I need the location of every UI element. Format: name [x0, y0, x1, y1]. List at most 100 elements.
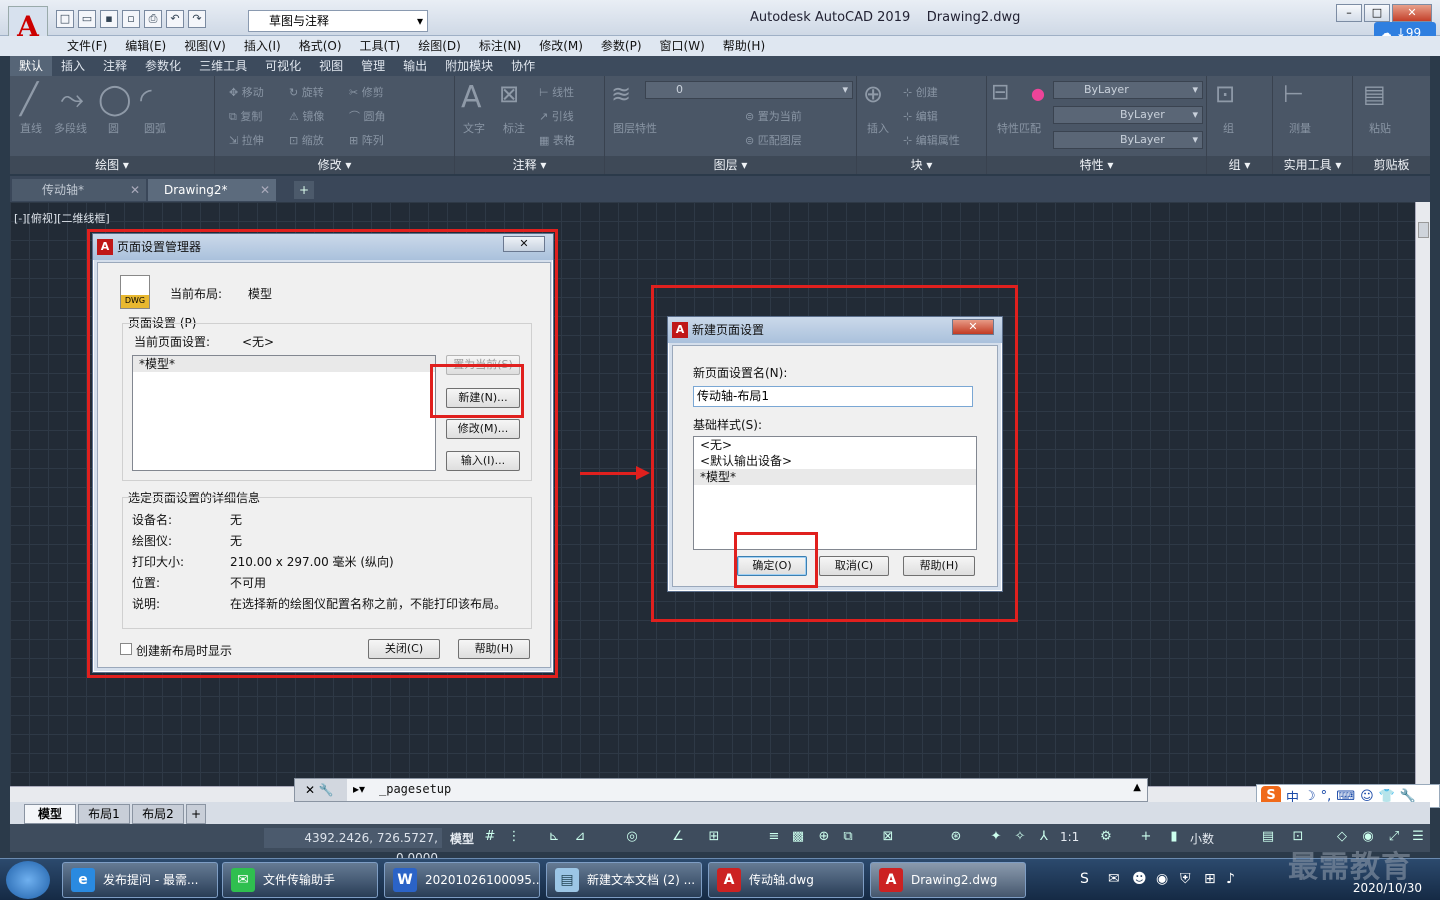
otrack-icon[interactable]: ∠ [670, 829, 686, 845]
menu-view[interactable]: 视图(V) [175, 36, 235, 56]
fillet-button[interactable]: ⌒ 圆角 [349, 108, 386, 124]
open-file-icon[interactable]: ▭ [78, 10, 96, 28]
menu-parametric[interactable]: 参数(P) [592, 36, 651, 56]
menu-tools[interactable]: 工具(T) [351, 36, 410, 56]
panel-title-layers[interactable]: 图层 ▾ [605, 156, 856, 174]
annotation-scale-select[interactable]: 1:1 [1060, 830, 1079, 844]
color-wheel-icon[interactable]: ● [1031, 84, 1045, 103]
circle-icon[interactable]: ◯ [98, 82, 132, 117]
panel-title-draw[interactable]: 绘图 ▾ [10, 156, 214, 174]
selection-cycling-icon[interactable]: ⊕ [816, 829, 832, 845]
list-item[interactable]: *模型* [133, 356, 435, 372]
line-button[interactable]: 直线 [20, 120, 42, 136]
panel-title-utilities[interactable]: 实用工具 ▾ [1273, 156, 1352, 174]
set-current-button[interactable]: ⊜ 置为当前 [745, 108, 802, 124]
tab-visualize[interactable]: 可视化 [256, 56, 310, 76]
layer-properties-icon[interactable]: ≋ [611, 80, 631, 108]
copy-button[interactable]: ⧉ 复制 [229, 108, 262, 124]
import-button[interactable]: 输入(I)... [446, 451, 520, 471]
scale-button[interactable]: ⊡ 缩放 [289, 132, 324, 148]
list-item[interactable]: <默认输出设备> [694, 453, 976, 469]
group-button[interactable]: 组 [1223, 120, 1234, 136]
grid-icon[interactable]: # [482, 829, 498, 845]
arc-icon[interactable]: ◜ [140, 82, 152, 117]
tab-manage[interactable]: 管理 [352, 56, 394, 76]
annotation-visibility-icon[interactable]: ✦ [988, 829, 1004, 845]
menu-edit[interactable]: 编辑(E) [116, 36, 175, 56]
new-file-icon[interactable]: □ [56, 10, 74, 28]
command-line-handle[interactable]: ✕ 🔧 [295, 779, 347, 801]
taskbar-item-wechat[interactable]: ✉ 文件传输助手 [222, 862, 378, 898]
units-icon[interactable]: ▮ [1166, 829, 1182, 845]
polyline-icon[interactable]: ⤳ [60, 82, 84, 117]
customization-menu-icon[interactable]: ☰ [1410, 829, 1426, 845]
measure-button[interactable]: 测量 [1289, 120, 1311, 136]
panel-title-clipboard[interactable]: 剪贴板 [1353, 156, 1430, 174]
polyline-button[interactable]: 多段线 [54, 120, 87, 136]
move-button[interactable]: ✥ 移动 [229, 84, 264, 100]
panel-title-annotation[interactable]: 注释 ▾ [455, 156, 604, 174]
menu-draw[interactable]: 绘图(D) [409, 36, 470, 56]
vertical-scrollbar[interactable] [1415, 202, 1430, 786]
annotation-monitor-icon[interactable]: ⊠ [880, 829, 896, 845]
volume-tray-icon[interactable]: ♪ [1226, 871, 1235, 887]
menu-format[interactable]: 格式(O) [290, 36, 351, 56]
rotate-button[interactable]: ↻ 旋转 [289, 84, 324, 100]
page-setup-list[interactable]: *模型* [132, 355, 436, 471]
add-layout-button[interactable]: + [186, 804, 206, 824]
doc-tab-drawing2[interactable]: Drawing2* ✕ [148, 179, 276, 201]
workspace-switch-icon[interactable]: ⊛ [948, 829, 964, 845]
save-icon[interactable]: ▪ [100, 10, 118, 28]
menu-dimension[interactable]: 标注(N) [470, 36, 530, 56]
paste-button[interactable]: 粘贴 [1369, 120, 1391, 136]
osnap-icon[interactable]: ◎ [624, 829, 640, 845]
gear-icon[interactable]: ⚙ [1098, 829, 1114, 845]
dimension-icon[interactable]: ⊠ [499, 80, 519, 108]
layout-tab-model[interactable]: 模型 [24, 804, 76, 824]
layout-tab-layout2[interactable]: 布局2 [132, 804, 184, 824]
taskbar-item-autocad-1[interactable]: A 传动轴.dwg [708, 862, 864, 898]
page-setup-name-input[interactable]: 传动轴-布局1 [693, 386, 973, 407]
close-button[interactable]: 关闭(C) [368, 639, 440, 659]
network-tray-icon[interactable]: ⊞ [1204, 871, 1216, 887]
lineweight-icon[interactable]: ≡ [766, 829, 782, 845]
list-item[interactable]: <无> [694, 437, 976, 453]
lineweight-select[interactable]: ByLayer [1053, 131, 1203, 149]
wechat-tray-icon[interactable]: ✉ [1108, 871, 1120, 887]
match-properties-icon[interactable]: ⊟ [991, 80, 1009, 105]
transparency-icon[interactable]: ▩ [790, 829, 806, 845]
units-select[interactable]: 小数 [1190, 830, 1214, 847]
taskbar-item-autocad-2[interactable]: A Drawing2.dwg [870, 862, 1026, 898]
insert-block-button[interactable]: 插入 [867, 120, 889, 136]
edit-block-button[interactable]: ⊹ 编辑 [903, 108, 938, 124]
command-line[interactable]: ✕ 🔧 ▸▾ _pagesetup ▲ [294, 778, 1148, 802]
menu-modify[interactable]: 修改(M) [530, 36, 592, 56]
panel-title-block[interactable]: 块 ▾ [857, 156, 986, 174]
menu-file[interactable]: 文件(F) [58, 36, 116, 56]
minimize-button[interactable]: – [1336, 4, 1362, 22]
redo-icon[interactable]: ↷ [188, 10, 206, 28]
undo-icon[interactable]: ↶ [166, 10, 184, 28]
create-block-button[interactable]: ⊹ 创建 [903, 84, 938, 100]
close-window-button[interactable]: ✕ [1392, 4, 1432, 22]
help-button[interactable]: 帮助(H) [903, 556, 975, 576]
tab-default[interactable]: 默认 [10, 56, 53, 76]
line-icon[interactable]: ╱ [20, 82, 38, 117]
shield-tray-icon[interactable]: ⛨ [1180, 871, 1191, 887]
table-button[interactable]: ▦ 表格 [539, 132, 575, 148]
edit-attributes-button[interactable]: ⊹ 编辑属性 [903, 132, 960, 148]
linetype-select[interactable]: ByLayer [1053, 106, 1203, 124]
match-properties-button[interactable]: 特性匹配 [997, 120, 1041, 136]
layout-tab-layout1[interactable]: 布局1 [78, 804, 130, 824]
menu-insert[interactable]: 插入(I) [235, 36, 290, 56]
tab-3d-tools[interactable]: 三维工具 [190, 56, 256, 76]
tab-annotate[interactable]: 注释 [94, 56, 136, 76]
quick-properties-icon[interactable]: ▤ [1260, 829, 1276, 845]
sogou-tray-icon[interactable]: S [1080, 871, 1089, 887]
3d-osnap-icon[interactable]: ⧉ [840, 829, 856, 845]
tab-addins[interactable]: 附加模块 [436, 56, 502, 76]
command-prompt-icon[interactable]: ▸▾ [353, 782, 365, 796]
array-button[interactable]: ⊞ 阵列 [349, 132, 384, 148]
maximize-button[interactable]: □ [1364, 4, 1390, 22]
list-item[interactable]: *模型* [694, 469, 976, 485]
